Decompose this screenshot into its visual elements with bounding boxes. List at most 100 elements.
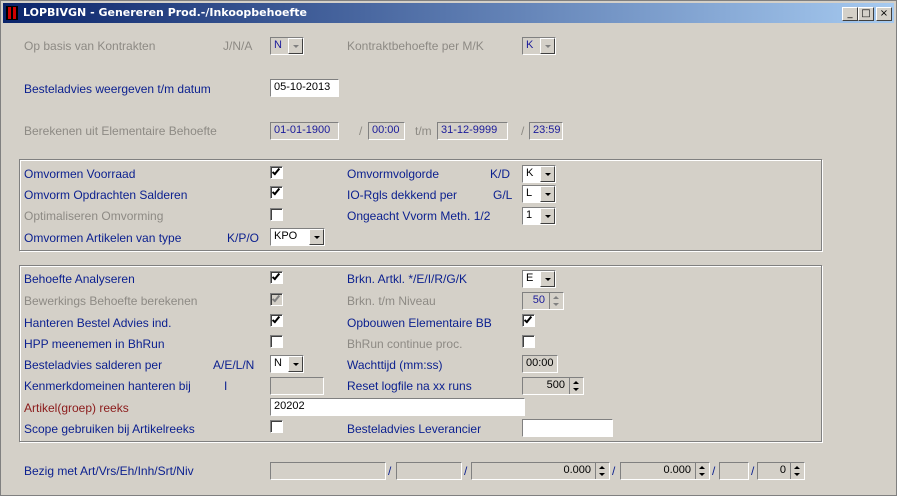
slash-separator: / <box>388 464 392 478</box>
checkmark-icon <box>271 186 281 196</box>
slash-separator: / <box>751 464 755 478</box>
status-field-4: 0.000 <box>620 462 710 480</box>
bewerkings-label: Bewerkings Behoefte berekenen <box>24 294 198 308</box>
status-field-3: 0.000 <box>471 462 610 480</box>
chevron-down-icon[interactable] <box>540 208 555 224</box>
optimaliseren-checkbox[interactable] <box>270 208 283 221</box>
kenmerk-label: Kenmerkdomeinen hanteren bij <box>24 379 191 393</box>
omvormen-voorraad-checkbox[interactable] <box>270 166 283 179</box>
chevron-down-icon[interactable] <box>309 229 324 245</box>
status-value-6: 0 <box>779 464 786 476</box>
title-bar[interactable]: LOPBIVGN - Genereren Prod.-/Inkoopbehoef… <box>3 3 894 23</box>
omvormvolgorde-select[interactable]: K <box>522 165 556 183</box>
op-basis-hint: J/N/A <box>223 39 253 53</box>
hpp-checkbox[interactable] <box>270 335 283 348</box>
checkmark-icon <box>523 314 533 324</box>
io-rgls-label: IO-Rgls dekkend per <box>347 188 458 202</box>
artikel-reeks-field[interactable]: 20202 <box>270 398 525 416</box>
status-field-5 <box>719 462 749 480</box>
chevron-down-icon[interactable] <box>288 356 303 372</box>
omvormvolgorde-label: Omvormvolgorde <box>347 167 440 181</box>
behoefte-checkbox[interactable] <box>270 271 283 284</box>
reset-spinner[interactable]: 500 <box>522 377 584 395</box>
checkmark-icon <box>271 293 281 303</box>
omvormen-artikelen-hint: K/P/O <box>227 231 260 245</box>
artikel-reeks-label: Artikel(groep) reeks <box>24 401 129 415</box>
chevron-down-icon[interactable] <box>540 166 555 182</box>
ongeacht-value: 1 <box>526 209 533 221</box>
kontrakt-select[interactable]: K <box>522 37 556 55</box>
brkn-artkl-select[interactable]: E <box>522 270 556 288</box>
op-basis-select[interactable]: N <box>270 37 304 55</box>
kontrakt-label: Kontraktbehoefte per M/K <box>347 39 484 53</box>
status-label: Bezig met Art/Vrs/Eh/Inh/Srt/Niv <box>24 464 194 478</box>
spinner-arrows-icon[interactable] <box>549 293 563 309</box>
omvormen-artikelen-value: KPO <box>274 230 298 242</box>
kenmerk-field[interactable] <box>270 377 324 395</box>
behoefte-label: Behoefte Analyseren <box>24 272 135 286</box>
wachttijd-field[interactable]: 00:00 <box>522 355 558 373</box>
chevron-down-icon[interactable] <box>288 38 303 54</box>
op-basis-value: N <box>274 39 282 51</box>
brkn-artkl-value: E <box>526 272 534 284</box>
slash-separator: / <box>712 464 716 478</box>
to-time-field[interactable]: 23:59 <box>529 122 563 140</box>
besteladvies-salderen-value: N <box>274 357 282 369</box>
tm-label: t/m <box>415 124 432 138</box>
chevron-down-icon[interactable] <box>540 38 555 54</box>
berekenen-label: Berekenen uit Elementaire Behoefte <box>24 124 217 138</box>
main-window: LOPBIVGN - Genereren Prod.-/Inkoopbehoef… <box>0 0 897 496</box>
checkmark-icon <box>271 166 281 176</box>
scope-checkbox[interactable] <box>270 420 283 433</box>
bewerkings-checkbox[interactable] <box>270 293 283 306</box>
from-time-field[interactable]: 00:00 <box>368 122 405 140</box>
omvormen-artikelen-select[interactable]: KPO <box>270 228 325 246</box>
status-value-4: 0.000 <box>663 464 691 476</box>
io-rgls-hint: G/L <box>493 188 513 202</box>
omvormvolgorde-value: K <box>526 167 534 179</box>
besteladvies-date-field[interactable]: 05-10-2013 <box>270 79 339 97</box>
from-date-field[interactable]: 01-01-1900 <box>270 122 339 140</box>
io-rgls-select[interactable]: L <box>522 185 556 203</box>
besteladvies-date-label: Besteladvies weergeven t/m datum <box>24 82 211 96</box>
kenmerk-hint: I <box>224 379 228 393</box>
status-field-6: 0 <box>757 462 805 480</box>
close-button[interactable]: × <box>876 7 892 21</box>
hanteren-checkbox[interactable] <box>270 314 283 327</box>
to-date-field[interactable]: 31-12-9999 <box>437 122 508 140</box>
op-basis-label: Op basis van Kontrakten <box>24 39 156 53</box>
checkmark-icon <box>271 314 281 324</box>
chevron-down-icon[interactable] <box>540 271 555 287</box>
ongeacht-label: Ongeacht Vvorm Meth. 1/2 <box>347 209 491 223</box>
checkmark-icon <box>271 271 281 281</box>
window-title: LOPBIVGN - Genereren Prod.-/Inkoopbehoef… <box>23 6 307 19</box>
wachttijd-label: Wachttijd (mm:ss) <box>347 358 443 372</box>
maximize-button[interactable]: □ <box>858 7 874 21</box>
omvorm-opdrachten-checkbox[interactable] <box>270 186 283 199</box>
ongeacht-select[interactable]: 1 <box>522 207 556 225</box>
chevron-down-icon[interactable] <box>540 186 555 202</box>
minimize-button[interactable]: _ <box>842 7 858 21</box>
bhrun-checkbox[interactable] <box>522 335 535 348</box>
brkn-niveau-spinner[interactable]: 50 <box>522 292 564 310</box>
brkn-niveau-value: 50 <box>532 294 545 306</box>
brkn-artkl-label: Brkn. Artkl. */E/I/R/G/K <box>347 272 468 286</box>
omvormen-voorraad-label: Omvormen Voorraad <box>24 167 136 181</box>
leverancier-field[interactable] <box>522 419 613 437</box>
status-field-1 <box>270 462 386 480</box>
opbouwen-checkbox[interactable] <box>522 314 535 327</box>
reset-value: 500 <box>546 379 565 391</box>
spinner-arrows-icon <box>790 463 804 479</box>
app-icon[interactable] <box>6 6 18 20</box>
besteladvies-salderen-select[interactable]: N <box>270 355 304 373</box>
brkn-niveau-label: Brkn. t/m Niveau <box>347 294 436 308</box>
status-field-2 <box>396 462 462 480</box>
omvormen-artikelen-label: Omvormen Artikelen van type <box>24 231 182 245</box>
kontrakt-value: K <box>526 39 534 51</box>
hanteren-label: Hanteren Bestel Advies ind. <box>24 316 172 330</box>
spinner-arrows-icon[interactable] <box>569 378 583 394</box>
bhrun-label: BhRun continue proc. <box>347 337 463 351</box>
slash-separator: / <box>521 124 525 138</box>
slash-separator: / <box>612 464 616 478</box>
hpp-label: HPP meenemen in BhRun <box>24 337 165 351</box>
